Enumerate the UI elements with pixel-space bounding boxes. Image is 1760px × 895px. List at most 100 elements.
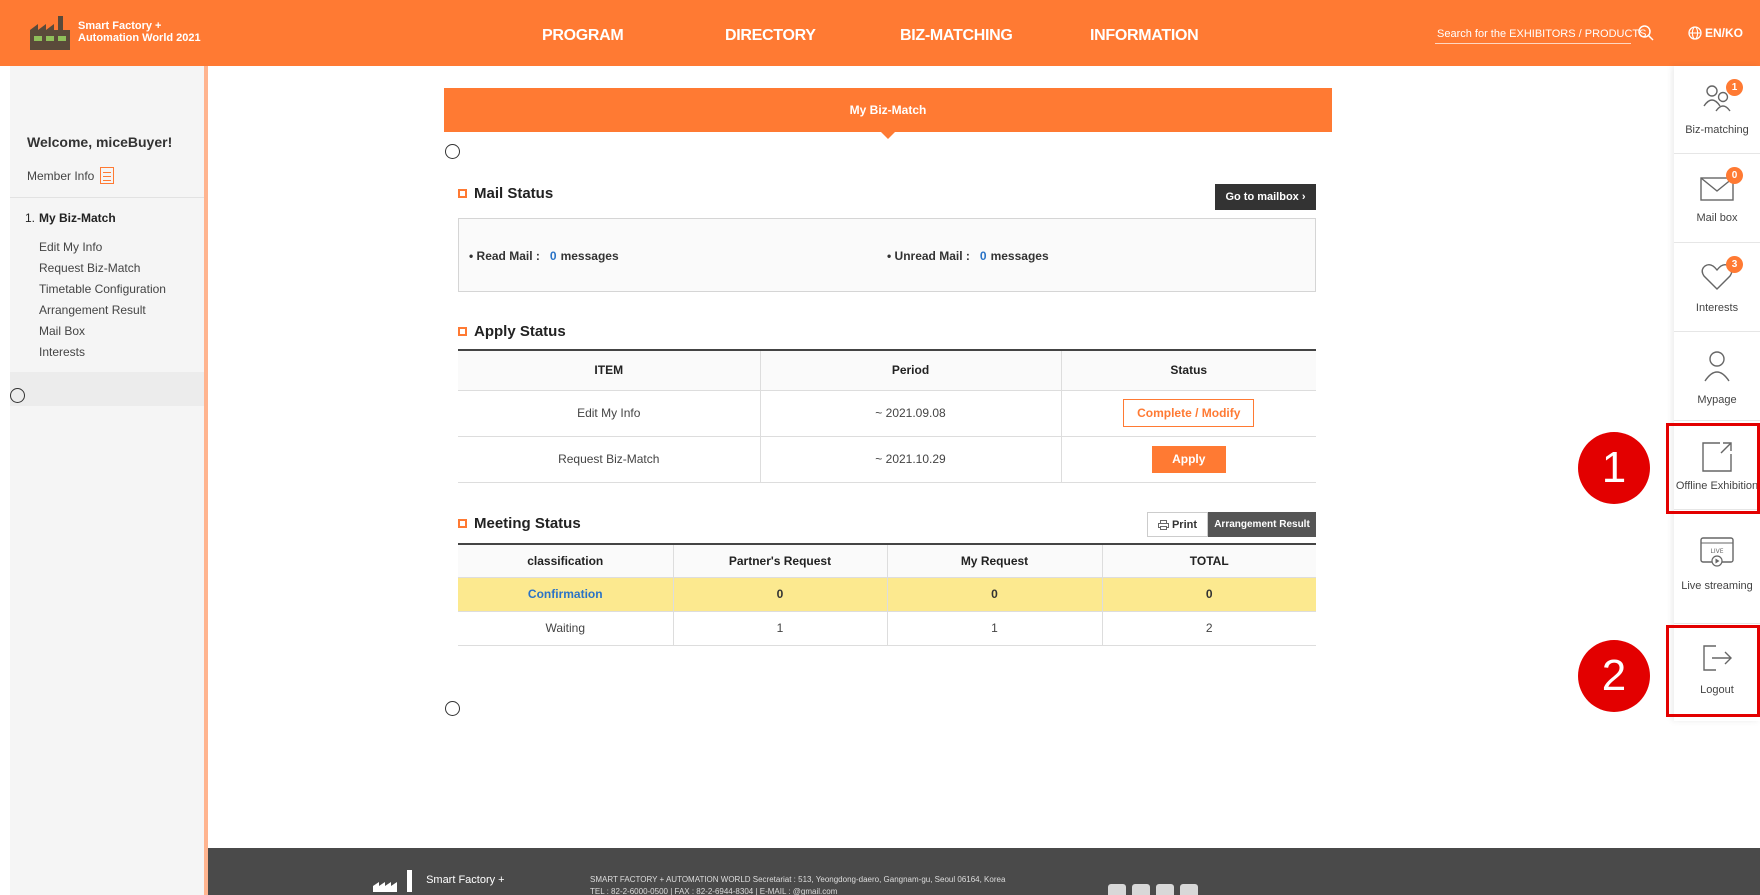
table-cell: 0: [1102, 577, 1316, 612]
rail-live-streaming[interactable]: LIVE Live streaming: [1674, 536, 1760, 624]
period-cell: ~ 2021.10.29: [760, 436, 1062, 483]
instagram-icon[interactable]: [1180, 884, 1198, 895]
table-row: Edit My Info ~ 2021.09.08 Complete / Mod…: [458, 390, 1316, 437]
svg-text:LIVE: LIVE: [1710, 548, 1723, 555]
annotation-marker-1: 1: [1578, 432, 1650, 504]
member-info-label: Member Info: [27, 168, 95, 183]
period-cell: ~ 2021.09.08: [760, 390, 1062, 437]
table-row-confirmation: Confirmation 0 0 0: [458, 577, 1316, 612]
top-header: Smart Factory + Automation World 2021 PR…: [0, 0, 1760, 66]
meeting-status-heading: Meeting Status: [458, 515, 581, 532]
go-to-mailbox-label: Go to mailbox: [1225, 191, 1299, 203]
factory-logo-icon: [373, 870, 412, 892]
item-cell: Request Biz-Match: [458, 436, 761, 483]
rail-mail-box[interactable]: 0 Mail box: [1674, 155, 1760, 243]
rail-interests[interactable]: 3 Interests: [1674, 244, 1760, 332]
sidebar-item-request-biz-match[interactable]: Request Biz-Match: [39, 258, 166, 279]
sidebar-item-arrangement-result[interactable]: Arrangement Result: [39, 300, 166, 321]
search-placeholder: Search for the EXHIBITORS / PRODUCTS: [1437, 28, 1647, 40]
member-info-link[interactable]: Member Info: [27, 167, 115, 184]
search-icon[interactable]: [1637, 24, 1655, 42]
footer-address: SMART FACTORY + AUTOMATION WORLD Secreta…: [590, 875, 1006, 884]
sidebar-links: Edit My Info Request Biz-Match Timetable…: [39, 237, 166, 363]
rail-label: Interests: [1695, 302, 1739, 314]
sidebar-divider: [10, 197, 204, 198]
sidebar-item-timetable[interactable]: Timetable Configuration: [39, 279, 166, 300]
footer-logo: Smart Factory +: [373, 868, 505, 892]
mail-status-box: • Read Mail :0 messages • Unread Mail :0m…: [458, 218, 1316, 292]
search-input[interactable]: Search for the EXHIBITORS / PRODUCTS: [1435, 24, 1654, 44]
col-partners-request: Partner's Request: [673, 544, 888, 578]
bullet-square-icon: [458, 519, 467, 528]
bullet-square-icon: [458, 189, 467, 198]
annotation-box-1: [1666, 423, 1760, 514]
col-period: Period: [760, 350, 1062, 391]
rail-label: Mypage: [1697, 394, 1737, 406]
unread-mail-count[interactable]: 0: [980, 249, 987, 263]
unread-mail-unit: messages: [990, 249, 1049, 263]
rail-label: Live streaming: [1681, 580, 1753, 592]
facebook-icon[interactable]: [1108, 884, 1126, 895]
complete-modify-button[interactable]: Complete / Modify: [1123, 399, 1255, 427]
status-cell: Apply: [1061, 436, 1316, 483]
apply-button[interactable]: Apply: [1151, 445, 1226, 473]
chevron-right-icon: ›: [1301, 191, 1306, 203]
sidebar-section-title[interactable]: 1. My Biz-Match: [25, 211, 116, 225]
col-status: Status: [1061, 350, 1316, 391]
language-label: EN/KO: [1705, 26, 1744, 40]
arrangement-result-button[interactable]: Arrangement Result: [1208, 512, 1316, 537]
footer-logo-text: Smart Factory +: [426, 873, 505, 886]
mail-box-badge: 0: [1726, 167, 1743, 184]
nav-information[interactable]: INFORMATION: [1090, 27, 1199, 45]
section-number: 1.: [25, 211, 36, 225]
tab-notch: [880, 131, 896, 139]
blog-icon[interactable]: [1156, 884, 1174, 895]
youtube-icon[interactable]: [1132, 884, 1150, 895]
sidebar-item-edit-my-info[interactable]: Edit My Info: [39, 237, 166, 258]
loading-spinner-icon: [445, 144, 460, 159]
col-classification: classification: [458, 544, 674, 578]
sidebar-item-mail-box[interactable]: Mail Box: [39, 321, 166, 342]
bullet-square-icon: [458, 327, 467, 336]
print-label: Print: [1171, 518, 1198, 531]
rail-biz-matching[interactable]: 1 Biz-matching: [1674, 66, 1760, 154]
document-icon: [100, 167, 115, 184]
logo-line1: Smart Factory +: [78, 20, 162, 32]
read-mail: • Read Mail : 0 messages: [469, 249, 619, 263]
loading-spinner-icon: [445, 701, 460, 716]
table-cell: 0: [887, 577, 1103, 612]
apply-status-heading: Apply Status: [458, 323, 566, 340]
table-row: Request Biz-Match ~ 2021.10.29 Apply: [458, 436, 1316, 483]
item-cell: Edit My Info: [458, 390, 761, 437]
rail-mypage[interactable]: Mypage: [1674, 333, 1760, 421]
col-my-request: My Request: [887, 544, 1103, 578]
nav-directory[interactable]: DIRECTORY: [725, 27, 816, 45]
table-cell: 1: [673, 611, 888, 646]
annotation-box-2: [1666, 625, 1760, 717]
mail-status-title: Mail Status: [474, 185, 554, 202]
factory-logo-icon: [30, 16, 70, 50]
language-switch[interactable]: EN/KO: [1688, 26, 1743, 40]
site-logo[interactable]: Smart Factory + Automation World 2021: [30, 14, 201, 50]
read-mail-unit: messages: [560, 249, 619, 263]
table-header-row: classification Partner's Request My Requ…: [458, 544, 1316, 578]
go-to-mailbox-button[interactable]: Go to mailbox ›: [1215, 184, 1316, 210]
table-row-waiting: Waiting 1 1 2: [458, 611, 1316, 646]
print-button[interactable]: Print: [1147, 512, 1208, 537]
section-label: My Biz-Match: [39, 211, 116, 225]
sidebar-item-interests[interactable]: Interests: [39, 342, 166, 363]
read-mail-count[interactable]: 0: [550, 249, 557, 263]
nav-biz-matching[interactable]: BIZ-MATCHING: [900, 27, 1013, 45]
welcome-text: Welcome, miceBuyer!: [27, 134, 173, 150]
nav-program[interactable]: PROGRAM: [542, 27, 624, 45]
unread-mail-label: • Unread Mail :: [887, 249, 970, 263]
biz-matching-badge: 1: [1726, 79, 1743, 96]
rail-label: Mail box: [1696, 212, 1738, 224]
rail-label: Biz-matching: [1685, 124, 1749, 136]
apply-status-table: ITEM Period Status Edit My Info ~ 2021.0…: [458, 349, 1316, 483]
left-sidebar: Welcome, miceBuyer! Member Info 1. My Biz…: [10, 66, 208, 895]
read-mail-label: • Read Mail :: [469, 249, 540, 263]
footer-contact: TEL : 82-2-6000-0500 | FAX : 82-2-6944-8…: [590, 887, 838, 895]
logo-line2: Automation World 2021: [78, 32, 201, 44]
confirmation-link[interactable]: Confirmation: [458, 577, 674, 612]
